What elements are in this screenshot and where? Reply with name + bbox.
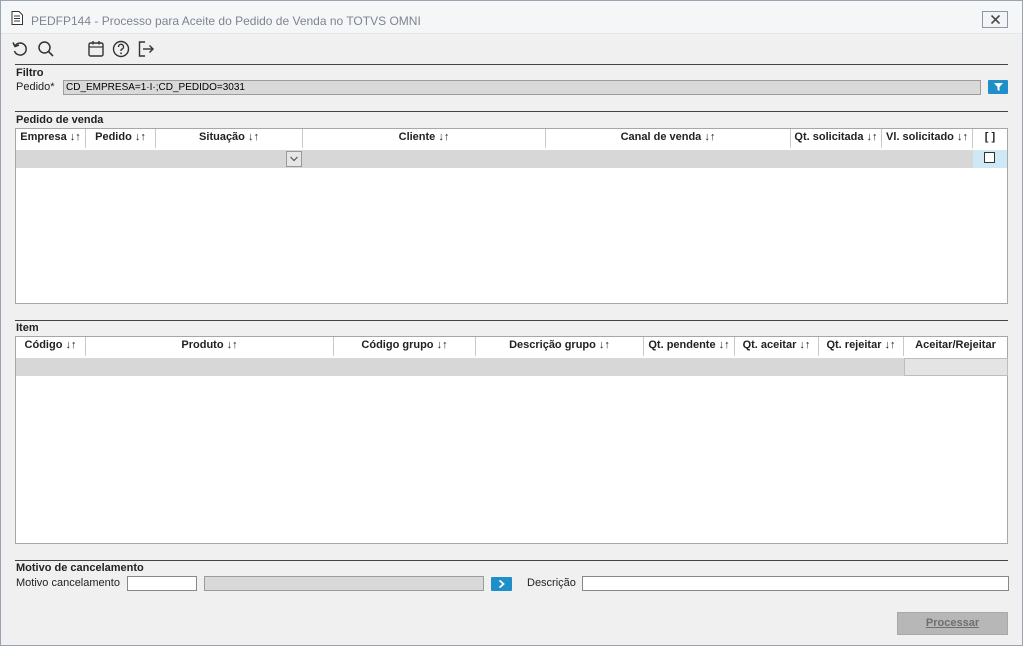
filtro-section-title: Filtro bbox=[16, 67, 44, 79]
item-grid: Código ↓↑ Produto ↓↑ Código grupo ↓↑ Des… bbox=[15, 336, 1008, 544]
process-button[interactable]: Processar bbox=[897, 612, 1008, 635]
item-section-title: Item bbox=[16, 322, 39, 334]
exit-icon[interactable] bbox=[137, 40, 155, 58]
col-codigo-grupo[interactable]: Código grupo ↓↑ bbox=[334, 337, 476, 356]
col-qt-aceitar[interactable]: Qt. aceitar ↓↑ bbox=[735, 337, 819, 356]
help-icon[interactable] bbox=[112, 40, 130, 58]
descricao-field[interactable] bbox=[582, 576, 1009, 591]
col-situacao[interactable]: Situação ↓↑ bbox=[156, 129, 303, 148]
close-button[interactable] bbox=[982, 11, 1008, 28]
col-pedido[interactable]: Pedido ↓↑ bbox=[86, 129, 156, 148]
motivo-cancelamento-label: Motivo cancelamento bbox=[16, 577, 120, 589]
col-canal-venda[interactable]: Canal de venda ↓↑ bbox=[546, 129, 791, 148]
col-produto[interactable]: Produto ↓↑ bbox=[86, 337, 334, 356]
refresh-icon[interactable] bbox=[11, 40, 29, 58]
window-title: PEDFP144 - Processo para Aceite do Pedid… bbox=[31, 14, 421, 28]
document-icon bbox=[11, 11, 23, 25]
col-descricao-grupo[interactable]: Descrição grupo ↓↑ bbox=[476, 337, 644, 356]
pedido-filter-row bbox=[16, 150, 973, 168]
descricao-label: Descrição bbox=[527, 577, 576, 589]
toolbar bbox=[1, 37, 1022, 61]
calendar-icon[interactable] bbox=[87, 40, 105, 58]
motivo-lookup-button[interactable] bbox=[491, 577, 512, 591]
title-bar: PEDFP144 - Processo para Aceite do Pedid… bbox=[1, 1, 1022, 34]
pedido-venda-divider bbox=[15, 111, 1008, 112]
motivo-section-title: Motivo de cancelamento bbox=[16, 562, 144, 574]
chevron-down-icon bbox=[290, 156, 298, 162]
filter-icon bbox=[994, 83, 1003, 91]
col-cliente[interactable]: Cliente ↓↑ bbox=[303, 129, 546, 148]
main-window: PEDFP144 - Processo para Aceite do Pedid… bbox=[0, 0, 1023, 646]
row-checkbox[interactable] bbox=[984, 152, 995, 163]
pedido-venda-grid: Empresa ↓↑ Pedido ↓↑ Situação ↓↑ Cliente… bbox=[15, 128, 1008, 304]
close-icon bbox=[991, 15, 1000, 24]
situacao-dropdown[interactable] bbox=[286, 151, 302, 167]
filter-button[interactable] bbox=[988, 80, 1008, 94]
col-qt-pendente[interactable]: Qt. pendente ↓↑ bbox=[644, 337, 735, 356]
col-aceitar-rejeitar[interactable]: Aceitar/Rejeitar bbox=[904, 337, 1007, 356]
item-divider bbox=[15, 320, 1008, 321]
pedido-venda-section-title: Pedido de venda bbox=[16, 114, 104, 126]
pedido-label: Pedido* bbox=[16, 81, 55, 93]
pedido-filter-field[interactable]: CD_EMPRESA=1·I·;CD_PEDIDO=3031 bbox=[63, 80, 981, 95]
motivo-divider bbox=[15, 560, 1008, 561]
col-qt-rejeitar[interactable]: Qt. rejeitar ↓↑ bbox=[819, 337, 904, 356]
motivo-description-field bbox=[204, 576, 484, 591]
chevron-right-icon bbox=[498, 580, 505, 588]
search-icon[interactable] bbox=[37, 40, 55, 58]
col-empresa[interactable]: Empresa ↓↑ bbox=[16, 129, 86, 148]
col-qt-solicitada[interactable]: Qt. solicitada ↓↑ bbox=[791, 129, 882, 148]
motivo-code-field[interactable] bbox=[127, 576, 197, 591]
col-vl-solicitado[interactable]: Vl. solicitado ↓↑ bbox=[882, 129, 973, 148]
filtro-divider bbox=[15, 64, 1008, 65]
col-select-all[interactable]: [ ] bbox=[973, 129, 1007, 148]
item-filter-row bbox=[16, 358, 904, 376]
aceitar-rejeitar-cell[interactable] bbox=[904, 358, 1008, 376]
col-codigo[interactable]: Código ↓↑ bbox=[16, 337, 86, 356]
